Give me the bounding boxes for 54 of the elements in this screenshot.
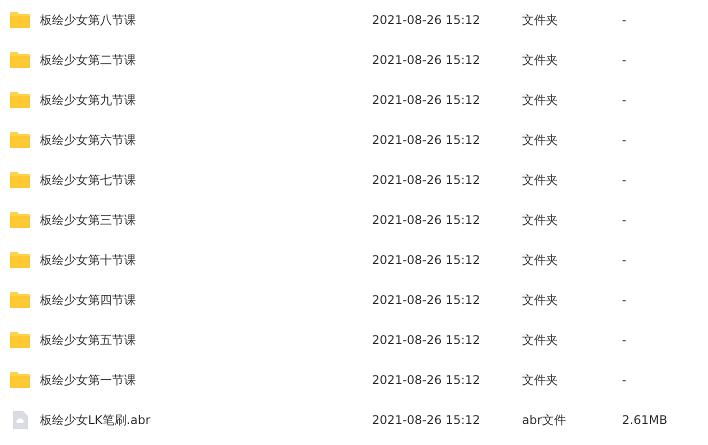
file-type: 文件夹 (522, 333, 558, 347)
file-name[interactable]: 板绘少女第九节课 (40, 93, 136, 107)
modified-date: 2021-08-26 15:12 (372, 53, 480, 67)
file-type: abr文件 (522, 413, 566, 427)
folder-icon (9, 50, 31, 70)
folder-icon (9, 170, 31, 190)
modified-date: 2021-08-26 15:12 (372, 213, 480, 227)
file-size: - (622, 13, 626, 27)
file-size: 2.61MB (622, 413, 668, 427)
modified-date: 2021-08-26 15:12 (372, 13, 480, 27)
file-type: 文件夹 (522, 133, 558, 147)
file-size: - (622, 213, 626, 227)
modified-date: 2021-08-26 15:12 (372, 333, 480, 347)
folder-icon (9, 210, 31, 230)
file-size: - (622, 173, 626, 187)
file-size: - (622, 93, 626, 107)
file-name[interactable]: 板绘少女第一节课 (40, 373, 136, 387)
modified-date: 2021-08-26 15:12 (372, 93, 480, 107)
folder-icon (9, 130, 31, 150)
file-size: - (622, 253, 626, 267)
modified-date: 2021-08-26 15:12 (372, 173, 480, 187)
folder-icon (9, 250, 31, 270)
file-name[interactable]: 板绘少女第十节课 (40, 253, 136, 267)
file-name[interactable]: 板绘少女第七节课 (40, 173, 136, 187)
file-type: 文件夹 (522, 213, 558, 227)
modified-date: 2021-08-26 15:12 (372, 293, 480, 307)
file-type: 文件夹 (522, 13, 558, 27)
modified-date: 2021-08-26 15:12 (372, 373, 480, 387)
file-name[interactable]: 板绘少女LK笔刷.abr (40, 413, 150, 427)
file-size: - (622, 373, 626, 387)
file-name[interactable]: 板绘少女第八节课 (40, 13, 136, 27)
file-type: 文件夹 (522, 93, 558, 107)
file-size: - (622, 333, 626, 347)
folder-icon (9, 10, 31, 30)
file-type: 文件夹 (522, 293, 558, 307)
file-name[interactable]: 板绘少女第五节课 (40, 333, 136, 347)
file-name[interactable]: 板绘少女第四节课 (40, 293, 136, 307)
file-size: - (622, 53, 626, 67)
file-type: 文件夹 (522, 173, 558, 187)
folder-icon (9, 90, 31, 110)
folder-icon (9, 370, 31, 390)
folder-icon (9, 290, 31, 310)
file-name[interactable]: 板绘少女第六节课 (40, 133, 136, 147)
file-type: 文件夹 (522, 373, 558, 387)
file-size: - (622, 133, 626, 147)
file-size: - (622, 293, 626, 307)
modified-date: 2021-08-26 15:12 (372, 413, 480, 427)
folder-icon (9, 330, 31, 350)
file-type: 文件夹 (522, 53, 558, 67)
file-name[interactable]: 板绘少女第三节课 (40, 213, 136, 227)
file-name[interactable]: 板绘少女第二节课 (40, 53, 136, 67)
file-type: 文件夹 (522, 253, 558, 267)
modified-date: 2021-08-26 15:12 (372, 253, 480, 267)
modified-date: 2021-08-26 15:12 (372, 133, 480, 147)
